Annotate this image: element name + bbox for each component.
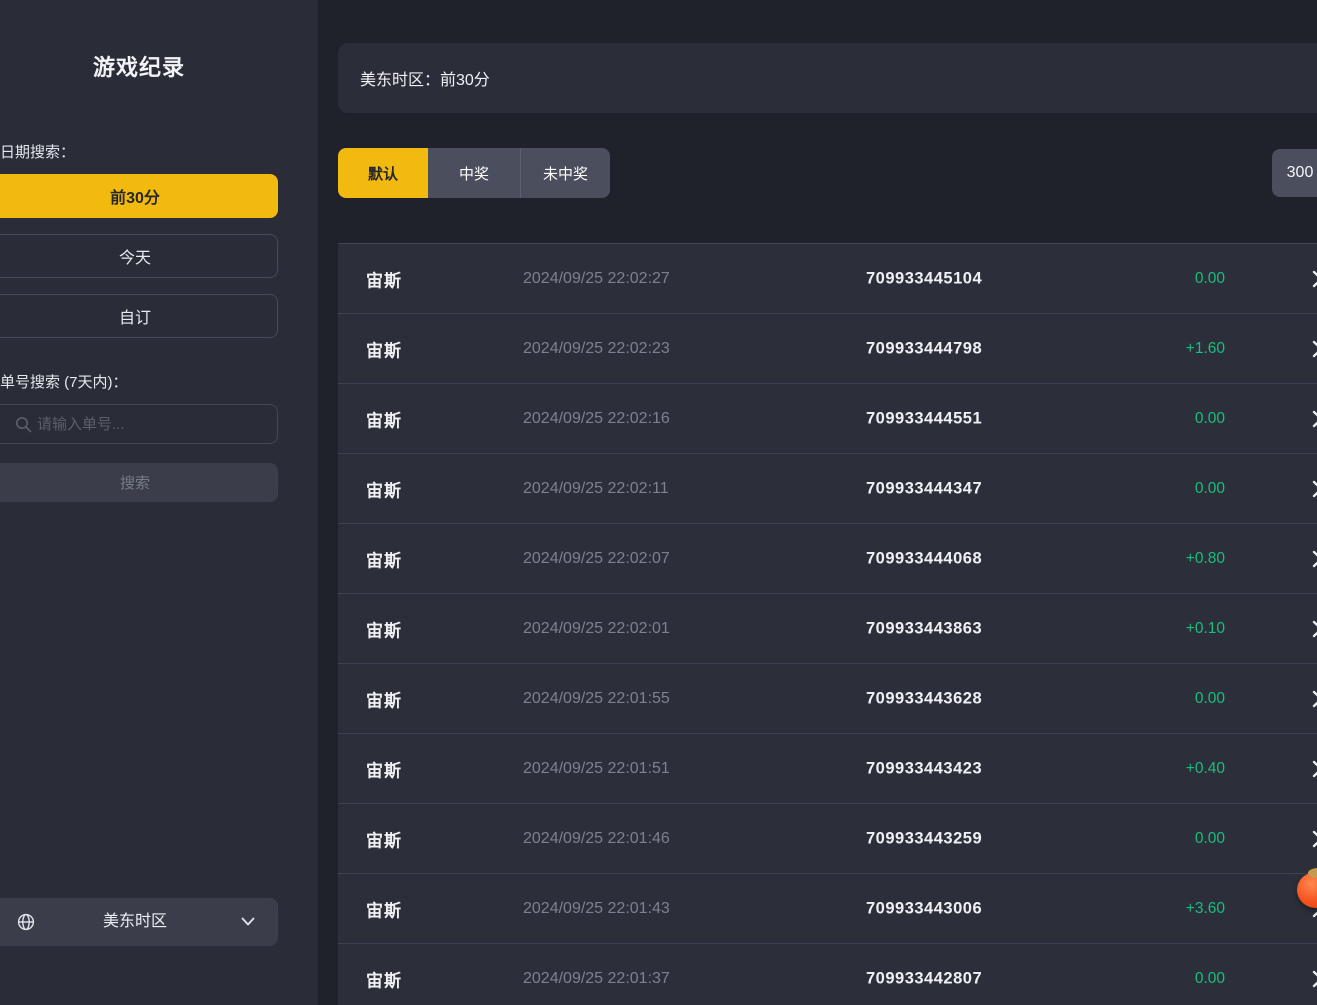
chevron-right-icon xyxy=(1312,970,1317,988)
win-amount: +0.10 xyxy=(1186,620,1225,638)
game-name: 宙斯 xyxy=(366,686,402,711)
chevron-right-icon xyxy=(1312,270,1317,288)
record-row[interactable]: 宙斯 2024/09/25 22:02:07 709933444068 +0.8… xyxy=(338,523,1317,593)
record-time: 2024/09/25 22:01:51 xyxy=(523,760,670,778)
search-button[interactable]: 搜索 xyxy=(0,463,278,502)
record-time: 2024/09/25 22:02:16 xyxy=(523,410,670,428)
win-amount: +1.60 xyxy=(1186,340,1225,358)
game-name: 宙斯 xyxy=(366,616,402,641)
countdown-button[interactable]: 300 xyxy=(1272,149,1317,197)
sidebar: 游戏纪录 日期搜索： 前30分 今天 自订 单号搜索 (7天内)： 搜索 美东时… xyxy=(0,0,318,1005)
record-time: 2024/09/25 22:02:01 xyxy=(523,620,670,638)
date-search-label: 日期搜索： xyxy=(0,141,75,162)
record-time: 2024/09/25 22:02:11 xyxy=(523,480,669,498)
chevron-right-icon xyxy=(1312,550,1317,568)
record-time: 2024/09/25 22:02:27 xyxy=(523,270,670,288)
record-row[interactable]: 宙斯 2024/09/25 22:01:46 709933443259 0.00 xyxy=(338,803,1317,873)
order-number: 709933445104 xyxy=(866,269,982,288)
record-time: 2024/09/25 22:01:37 xyxy=(523,970,670,988)
record-row[interactable]: 宙斯 2024/09/25 22:02:27 709933445104 0.00 xyxy=(338,243,1317,313)
record-row[interactable]: 宙斯 2024/09/25 22:01:43 709933443006 +3.6… xyxy=(338,873,1317,943)
chevron-right-icon xyxy=(1312,690,1317,708)
game-name: 宙斯 xyxy=(366,406,402,431)
order-number: 709933442807 xyxy=(866,969,982,988)
main-content: 美东时区：前30分 默认 中奖 未中奖 300 宙斯 2024/09/25 22… xyxy=(318,0,1317,1005)
game-name: 宙斯 xyxy=(366,546,402,571)
order-number: 709933443006 xyxy=(866,899,982,918)
result-filter-tabs: 默认 中奖 未中奖 xyxy=(338,148,610,198)
filter-summary-bar: 美东时区：前30分 xyxy=(338,43,1317,113)
chevron-right-icon xyxy=(1312,830,1317,848)
win-amount: 0.00 xyxy=(1195,270,1225,288)
win-amount: +0.40 xyxy=(1186,760,1225,778)
order-number: 709933444068 xyxy=(866,549,982,568)
game-name: 宙斯 xyxy=(366,966,402,991)
order-number: 709933443259 xyxy=(866,829,982,848)
chevron-right-icon xyxy=(1312,410,1317,428)
record-row[interactable]: 宙斯 2024/09/25 22:02:23 709933444798 +1.6… xyxy=(338,313,1317,383)
chevron-down-icon xyxy=(241,917,255,927)
game-name: 宙斯 xyxy=(366,826,402,851)
record-row[interactable]: 宙斯 2024/09/25 22:01:51 709933443423 +0.4… xyxy=(338,733,1317,803)
win-amount: 0.00 xyxy=(1195,970,1225,988)
records-table: 宙斯 2024/09/25 22:02:27 709933445104 0.00… xyxy=(338,243,1317,1005)
game-name: 宙斯 xyxy=(366,266,402,291)
record-time: 2024/09/25 22:02:07 xyxy=(523,550,670,568)
order-search-label: 单号搜索 (7天内)： xyxy=(0,371,128,392)
tab-won[interactable]: 中奖 xyxy=(428,148,520,198)
filter-summary-text: 美东时区：前30分 xyxy=(360,66,490,90)
tab-default[interactable]: 默认 xyxy=(338,148,428,198)
range-custom-button[interactable]: 自订 xyxy=(0,294,278,338)
record-row[interactable]: 宙斯 2024/09/25 22:01:37 709933442807 0.00 xyxy=(338,943,1317,1005)
win-amount: 0.00 xyxy=(1195,830,1225,848)
record-row[interactable]: 宙斯 2024/09/25 22:02:11 709933444347 0.00 xyxy=(338,453,1317,523)
chevron-right-icon xyxy=(1312,620,1317,638)
order-search-box xyxy=(0,404,278,444)
record-row[interactable]: 宙斯 2024/09/25 22:01:55 709933443628 0.00 xyxy=(338,663,1317,733)
tab-not-won[interactable]: 未中奖 xyxy=(520,148,610,198)
win-amount: 0.00 xyxy=(1195,480,1225,498)
record-time: 2024/09/25 22:01:55 xyxy=(523,690,670,708)
game-name: 宙斯 xyxy=(366,336,402,361)
win-amount: +3.60 xyxy=(1186,900,1225,918)
search-icon xyxy=(15,416,32,433)
record-row[interactable]: 宙斯 2024/09/25 22:02:01 709933443863 +0.1… xyxy=(338,593,1317,663)
record-time: 2024/09/25 22:02:23 xyxy=(523,340,670,358)
order-number: 709933444551 xyxy=(866,409,982,428)
range-today-button[interactable]: 今天 xyxy=(0,234,278,278)
page-title: 游戏纪录 xyxy=(0,50,278,82)
game-records-screen: 游戏纪录 日期搜索： 前30分 今天 自订 单号搜索 (7天内)： 搜索 美东时… xyxy=(0,0,1317,1005)
order-number: 709933443863 xyxy=(866,619,982,638)
order-number: 709933443423 xyxy=(866,759,982,778)
win-amount: 0.00 xyxy=(1195,410,1225,428)
range-last30min-button[interactable]: 前30分 xyxy=(0,174,278,218)
chevron-right-icon xyxy=(1312,760,1317,778)
game-name: 宙斯 xyxy=(366,896,402,921)
record-time: 2024/09/25 22:01:46 xyxy=(523,830,670,848)
game-name: 宙斯 xyxy=(366,476,402,501)
win-amount: 0.00 xyxy=(1195,690,1225,708)
order-number: 709933444798 xyxy=(866,339,982,358)
order-number-input[interactable] xyxy=(37,405,267,443)
record-time: 2024/09/25 22:01:43 xyxy=(523,900,670,918)
order-number: 709933444347 xyxy=(866,479,982,498)
win-amount: +0.80 xyxy=(1186,550,1225,568)
chevron-right-icon xyxy=(1312,340,1317,358)
record-row[interactable]: 宙斯 2024/09/25 22:02:16 709933444551 0.00 xyxy=(338,383,1317,453)
order-number: 709933443628 xyxy=(866,689,982,708)
timezone-selector[interactable]: 美东时区 xyxy=(0,898,278,946)
chevron-right-icon xyxy=(1312,480,1317,498)
game-name: 宙斯 xyxy=(366,756,402,781)
timezone-label: 美东时区 xyxy=(0,898,278,946)
